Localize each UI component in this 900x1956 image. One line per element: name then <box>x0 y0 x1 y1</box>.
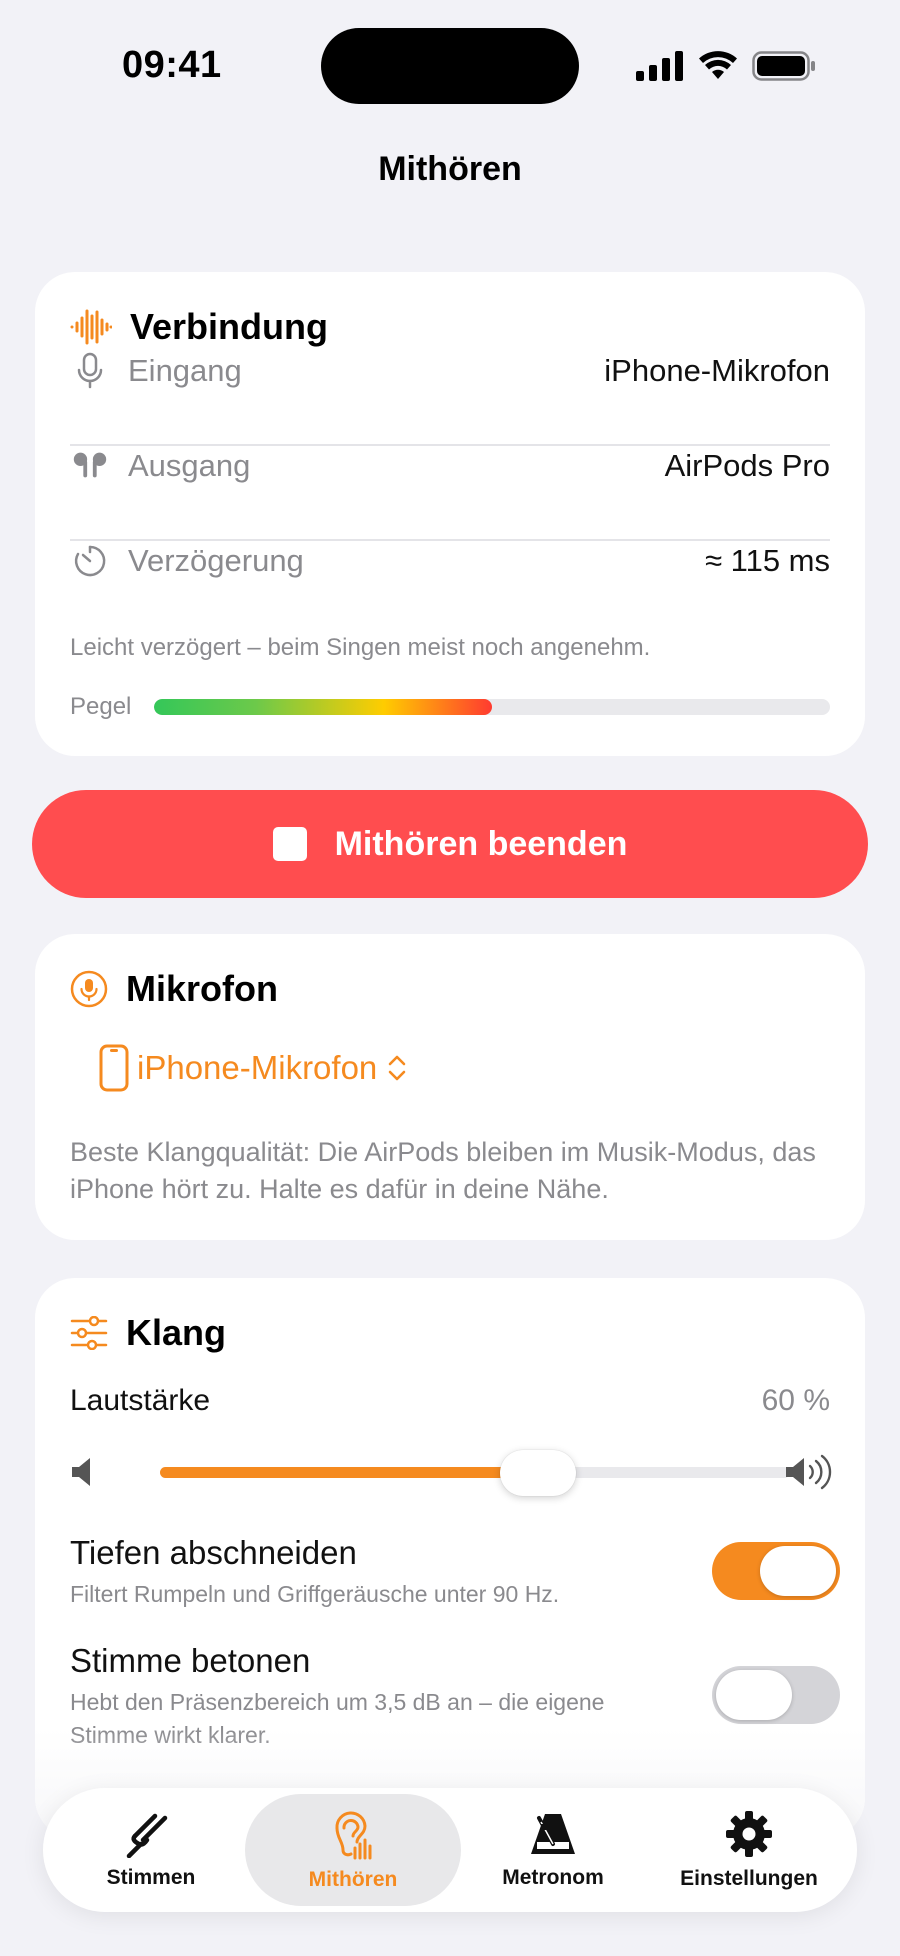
volume-slider[interactable] <box>160 1450 790 1496</box>
toggle-row-low-cut: Tiefen abschneiden Filtert Rumpeln und G… <box>70 1534 840 1611</box>
latency-hint: Leicht verzögert – beim Singen meist noc… <box>70 634 651 661</box>
tab-label-metronom: Metronom <box>502 1866 604 1889</box>
level-label: Pegel <box>70 693 132 720</box>
iphone-icon <box>99 1044 129 1092</box>
battery-icon <box>752 51 815 81</box>
microphone-title: Mikrofon <box>126 968 278 1009</box>
input-label: Eingang <box>128 353 242 388</box>
microphone-picker-value: iPhone-Mikrofon <box>137 1049 378 1086</box>
microphone-description: Beste Klangqualität: Die AirPods bleiben… <box>70 1137 816 1204</box>
ear-icon <box>335 1811 372 1860</box>
status-bar: 09:41 <box>0 0 900 130</box>
microphone-picker[interactable]: iPhone-Mikrofon <box>99 1044 409 1092</box>
tab-einstellungen[interactable]: Einstellungen <box>641 1794 857 1906</box>
output-value: AirPods Pro <box>664 448 830 483</box>
cellular-signal-icon <box>636 51 683 81</box>
microphone-icon <box>70 351 110 391</box>
tuning-fork-icon <box>126 1813 168 1858</box>
volume-label: Lautstärke <box>70 1384 211 1417</box>
status-icons <box>636 46 816 86</box>
tab-label-einstellungen: Einstellungen <box>680 1867 818 1890</box>
timer-icon <box>70 541 110 581</box>
volume-slider-thumb[interactable] <box>500 1450 576 1496</box>
sliders-icon <box>70 1316 108 1350</box>
level-meter <box>154 699 830 715</box>
latency-value: ≈ 115 ms <box>705 543 830 578</box>
sound-card: Klang Lautstärke 60 % Tiefen abschneiden… <box>35 1278 865 1838</box>
tab-label-stimmen: Stimmen <box>106 1866 196 1889</box>
volume-slider-row <box>70 1444 832 1500</box>
input-value: iPhone-Mikrofon <box>604 353 830 388</box>
dynamic-island <box>321 28 579 104</box>
wifi-icon <box>699 51 737 79</box>
stop-icon <box>272 827 307 861</box>
volume-slider-fill <box>160 1467 538 1478</box>
level-meter-fill <box>154 699 492 715</box>
gear-icon <box>726 1811 772 1857</box>
input-row: Eingang iPhone-Mikrofon <box>70 324 830 418</box>
output-label: Ausgang <box>128 448 251 483</box>
chevron-up-down-icon <box>388 1055 406 1081</box>
microphone-header: Mikrofon <box>70 968 278 1010</box>
sound-title: Klang <box>126 1312 227 1353</box>
metronome-icon <box>531 1814 575 1854</box>
page-title: Mithören <box>378 150 522 188</box>
microphone-circle-icon <box>70 970 108 1008</box>
tab-bar: Stimmen Mithören Metronom Einstellungen <box>43 1788 857 1912</box>
latency-row: Verzögerung ≈ 115 ms <box>70 514 830 608</box>
tab-mithoeren[interactable]: Mithören <box>245 1794 461 1906</box>
voice-boost-toggle[interactable] <box>712 1666 840 1724</box>
connection-card: Verbindung Eingang iPhone-Mikrofon Ausga… <box>35 272 865 756</box>
speaker-low-icon <box>72 1458 90 1486</box>
output-row: Ausgang AirPods Pro <box>70 419 830 513</box>
status-time: 09:41 <box>122 44 222 86</box>
latency-label: Verzögerung <box>128 543 304 578</box>
tab-label-mithoeren: Mithören <box>308 1868 398 1891</box>
sound-header: Klang <box>70 1312 226 1354</box>
low-cut-toggle[interactable] <box>712 1542 840 1600</box>
tab-metronom[interactable]: Metronom <box>445 1794 661 1906</box>
volume-value: 60 % <box>761 1384 830 1417</box>
airpods-icon <box>70 446 110 486</box>
stop-monitoring-button[interactable]: Mithören beenden <box>32 790 868 898</box>
microphone-card: Mikrofon iPhone-Mikrofon Beste Klangqual… <box>35 934 865 1240</box>
speaker-high-icon <box>786 1454 832 1490</box>
tab-stimmen[interactable]: Stimmen <box>43 1794 259 1906</box>
stop-monitoring-label: Mithören beenden <box>334 824 628 863</box>
low-cut-subtitle: Filtert Rumpeln und Griffgeräusche unter… <box>70 1581 560 1607</box>
